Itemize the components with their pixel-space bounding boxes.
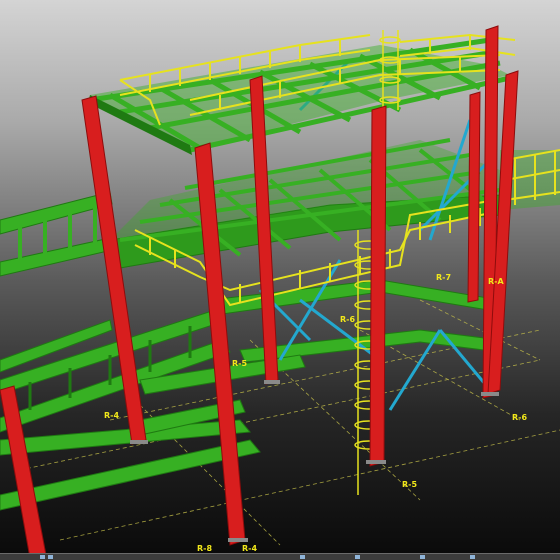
grid-label-r5-bottom: R-5 (402, 480, 418, 489)
toolbar-icon[interactable] (300, 555, 305, 559)
toolbar-icon[interactable] (420, 555, 425, 559)
toolbar-icon[interactable] (48, 555, 53, 559)
steel-structure-model[interactable] (0, 0, 560, 560)
toolbar-icon[interactable] (355, 555, 360, 559)
toolbar-icon[interactable] (470, 555, 475, 559)
left-side-frame (0, 191, 113, 277)
grid-label-r4-bottom: R-4 (242, 544, 258, 553)
grid-label-r8-bottom: R-8 (197, 544, 213, 553)
3d-model-viewport[interactable]: R-4 R-5 R-6 R-7 R-A R-6 R-5 R-8 R-4 (0, 0, 560, 560)
grid-label-r5-mid: R-5 (232, 359, 248, 368)
grid-label-r4-left: R-4 (104, 411, 120, 420)
status-bar (0, 553, 560, 560)
toolbar-icon[interactable] (40, 555, 45, 559)
grid-label-r6-mid: R-6 (340, 315, 356, 324)
grid-label-r7: R-7 (436, 273, 452, 282)
grid-label-ra: R-A (488, 277, 504, 286)
grid-label-r6-right: R-6 (512, 413, 528, 422)
ground-gridlines (19, 299, 560, 546)
